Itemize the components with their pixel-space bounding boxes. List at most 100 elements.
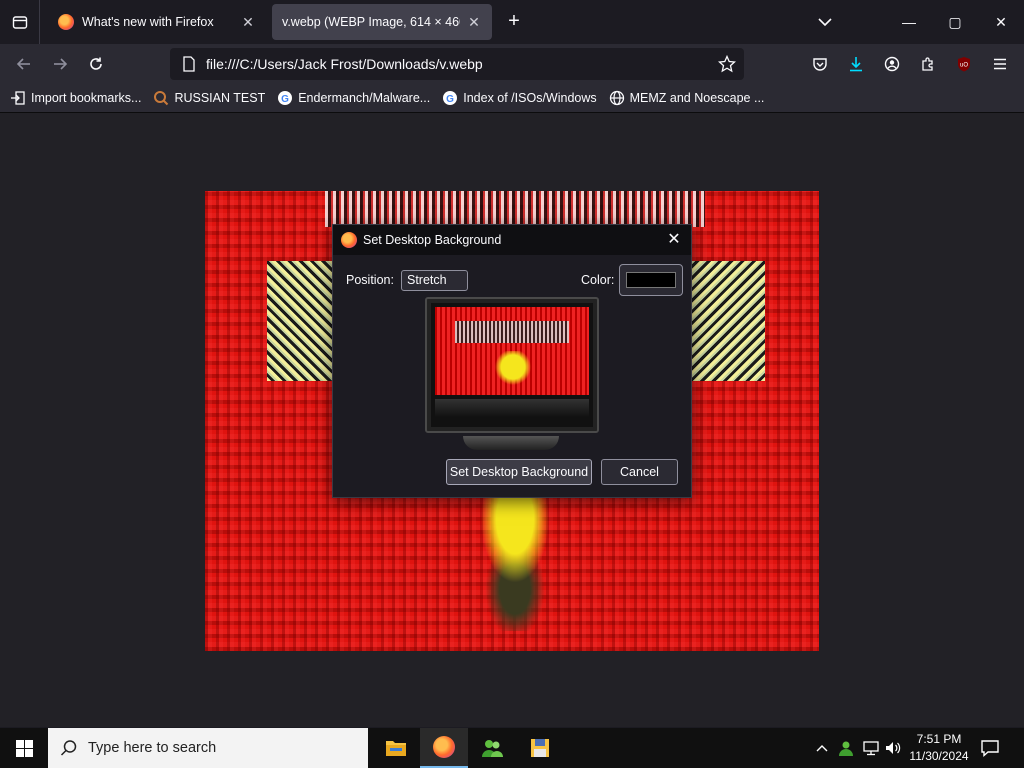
back-arrow-icon — [16, 58, 30, 70]
folder-icon — [386, 741, 406, 756]
image-glitch-region — [267, 261, 335, 381]
new-tab-button[interactable]: + — [503, 11, 525, 33]
bookmark-label: Index of /ISOs/Windows — [463, 91, 597, 105]
start-button[interactable] — [0, 728, 48, 768]
taskbar-file-explorer[interactable] — [372, 728, 420, 768]
minimize-button[interactable]: — — [886, 0, 932, 44]
google-favicon-icon: G — [278, 91, 293, 105]
notification-icon[interactable] — [980, 738, 1000, 758]
search-placeholder: Type here to search — [88, 740, 217, 756]
color-swatch — [626, 272, 676, 288]
page-icon — [183, 56, 195, 72]
page-content: Set Desktop Background ✕ Position: Stret… — [0, 113, 1024, 727]
svg-text:G: G — [281, 94, 289, 105]
back-button[interactable] — [10, 50, 38, 78]
url-text[interactable]: file:///C:/Users/Jack Frost/Downloads/v.… — [206, 56, 718, 72]
navigation-toolbar: file:///C:/Users/Jack Frost/Downloads/v.… — [0, 44, 1024, 84]
preview-screen — [435, 307, 589, 395]
reload-icon — [90, 57, 102, 70]
close-window-button[interactable]: ✕ — [978, 0, 1024, 44]
bookmark-russian-test[interactable]: RUSSIAN TEST — [153, 90, 265, 106]
set-desktop-background-button[interactable]: Set Desktop Background — [446, 459, 592, 485]
image-glitch-region — [325, 191, 705, 227]
maximize-button[interactable]: ▢ — [932, 0, 978, 44]
speaker-icon — [886, 742, 901, 754]
firefox-view-button[interactable] — [0, 0, 40, 44]
forward-arrow-icon — [54, 58, 68, 70]
bookmark-endermanch[interactable]: G Endermanch/Malware... — [277, 90, 430, 106]
volume-button[interactable] — [884, 739, 902, 757]
firefox-icon — [433, 736, 455, 758]
users-icon — [482, 740, 503, 757]
tab-label: What's new with Firefox — [82, 15, 214, 29]
svg-text:uO: uO — [960, 63, 968, 69]
monitor-stand — [463, 436, 559, 450]
taskbar-search-box[interactable]: Type here to search — [48, 728, 368, 768]
floppy-disk-icon — [531, 739, 549, 757]
import-icon — [11, 91, 25, 105]
account-icon — [884, 56, 900, 72]
download-icon — [850, 57, 862, 72]
extensions-button[interactable] — [914, 50, 942, 78]
dialog-close-button[interactable]: ✕ — [665, 231, 683, 249]
taskbar-firefox[interactable] — [420, 728, 468, 768]
dialog-titlebar: Set Desktop Background ✕ — [333, 225, 691, 255]
tray-users-icon-button[interactable] — [837, 739, 855, 757]
puzzle-icon — [922, 57, 933, 71]
hamburger-menu-icon — [994, 58, 1006, 70]
reload-button[interactable] — [82, 50, 110, 78]
monitor-bezel — [435, 399, 589, 417]
users-tray-icon — [839, 741, 853, 756]
bookmark-isos[interactable]: G Index of /ISOs/Windows — [442, 90, 597, 106]
taskbar-floppy-app[interactable] — [516, 728, 564, 768]
preview-figure — [495, 351, 531, 391]
windows-taskbar: Type here to search 7:51 PM 11/30/2024 — [0, 728, 1024, 768]
network-button[interactable] — [862, 739, 880, 757]
google-favicon-icon: G — [443, 91, 458, 105]
position-select[interactable]: Stretch — [401, 270, 468, 291]
color-picker-button[interactable] — [619, 264, 683, 296]
preview-monitor — [425, 297, 599, 433]
bookmark-label: Import bookmarks... — [31, 91, 142, 105]
bookmark-label: RUSSIAN TEST — [174, 91, 266, 105]
tab-label: v.webp (WEBP Image, 614 × 460 pixels) — [282, 15, 460, 29]
downloads-button[interactable] — [842, 50, 870, 78]
close-tab-icon[interactable]: ✕ — [240, 14, 256, 30]
preview-glitch-region — [455, 321, 569, 343]
url-bar[interactable]: file:///C:/Users/Jack Frost/Downloads/v.… — [170, 48, 744, 80]
account-button[interactable] — [878, 50, 906, 78]
tab-whats-new[interactable]: What's new with Firefox ✕ — [48, 4, 266, 40]
forward-button[interactable] — [46, 50, 74, 78]
ublock-origin-icon: uO — [958, 57, 970, 72]
search-favicon-icon — [154, 91, 169, 106]
system-clock[interactable]: 7:51 PM 11/30/2024 — [904, 731, 974, 765]
ublock-button[interactable]: uO — [950, 50, 978, 78]
chevron-up-icon — [816, 745, 828, 752]
taskbar-users-app[interactable] — [468, 728, 516, 768]
bookmark-import[interactable]: Import bookmarks... — [10, 90, 141, 106]
bookmark-label: MEMZ and Noescape ... — [629, 91, 765, 105]
pocket-icon — [813, 58, 827, 71]
menu-button[interactable] — [986, 50, 1014, 78]
firefox-icon — [341, 232, 357, 248]
firefox-view-icon — [12, 16, 27, 29]
tab-v-webp[interactable]: v.webp (WEBP Image, 614 × 460 pixels) ✕ — [272, 4, 492, 40]
list-all-tabs-icon[interactable] — [815, 13, 835, 31]
pocket-button[interactable] — [806, 50, 834, 78]
network-icon — [863, 741, 879, 756]
windows-logo-icon — [15, 739, 33, 757]
close-tab-icon[interactable]: ✕ — [466, 14, 482, 30]
bookmarks-toolbar: Import bookmarks... RUSSIAN TEST G Ender… — [0, 84, 1024, 113]
bookmark-label: Endermanch/Malware... — [298, 91, 431, 105]
dialog-title: Set Desktop Background — [363, 233, 502, 247]
firefox-favicon-icon — [58, 14, 74, 30]
cancel-button[interactable]: Cancel — [601, 459, 678, 485]
image-figure — [455, 491, 575, 631]
image-glitch-region — [691, 261, 765, 381]
bookmark-star-icon[interactable] — [718, 55, 736, 73]
tab-strip: What's new with Firefox ✕ v.webp (WEBP I… — [0, 0, 1024, 44]
clock-time: 7:51 PM — [916, 732, 962, 746]
set-desktop-background-dialog: Set Desktop Background ✕ Position: Stret… — [332, 224, 692, 498]
bookmark-memz[interactable]: MEMZ and Noescape ... — [609, 90, 765, 106]
show-hidden-icons-button[interactable] — [813, 739, 831, 757]
